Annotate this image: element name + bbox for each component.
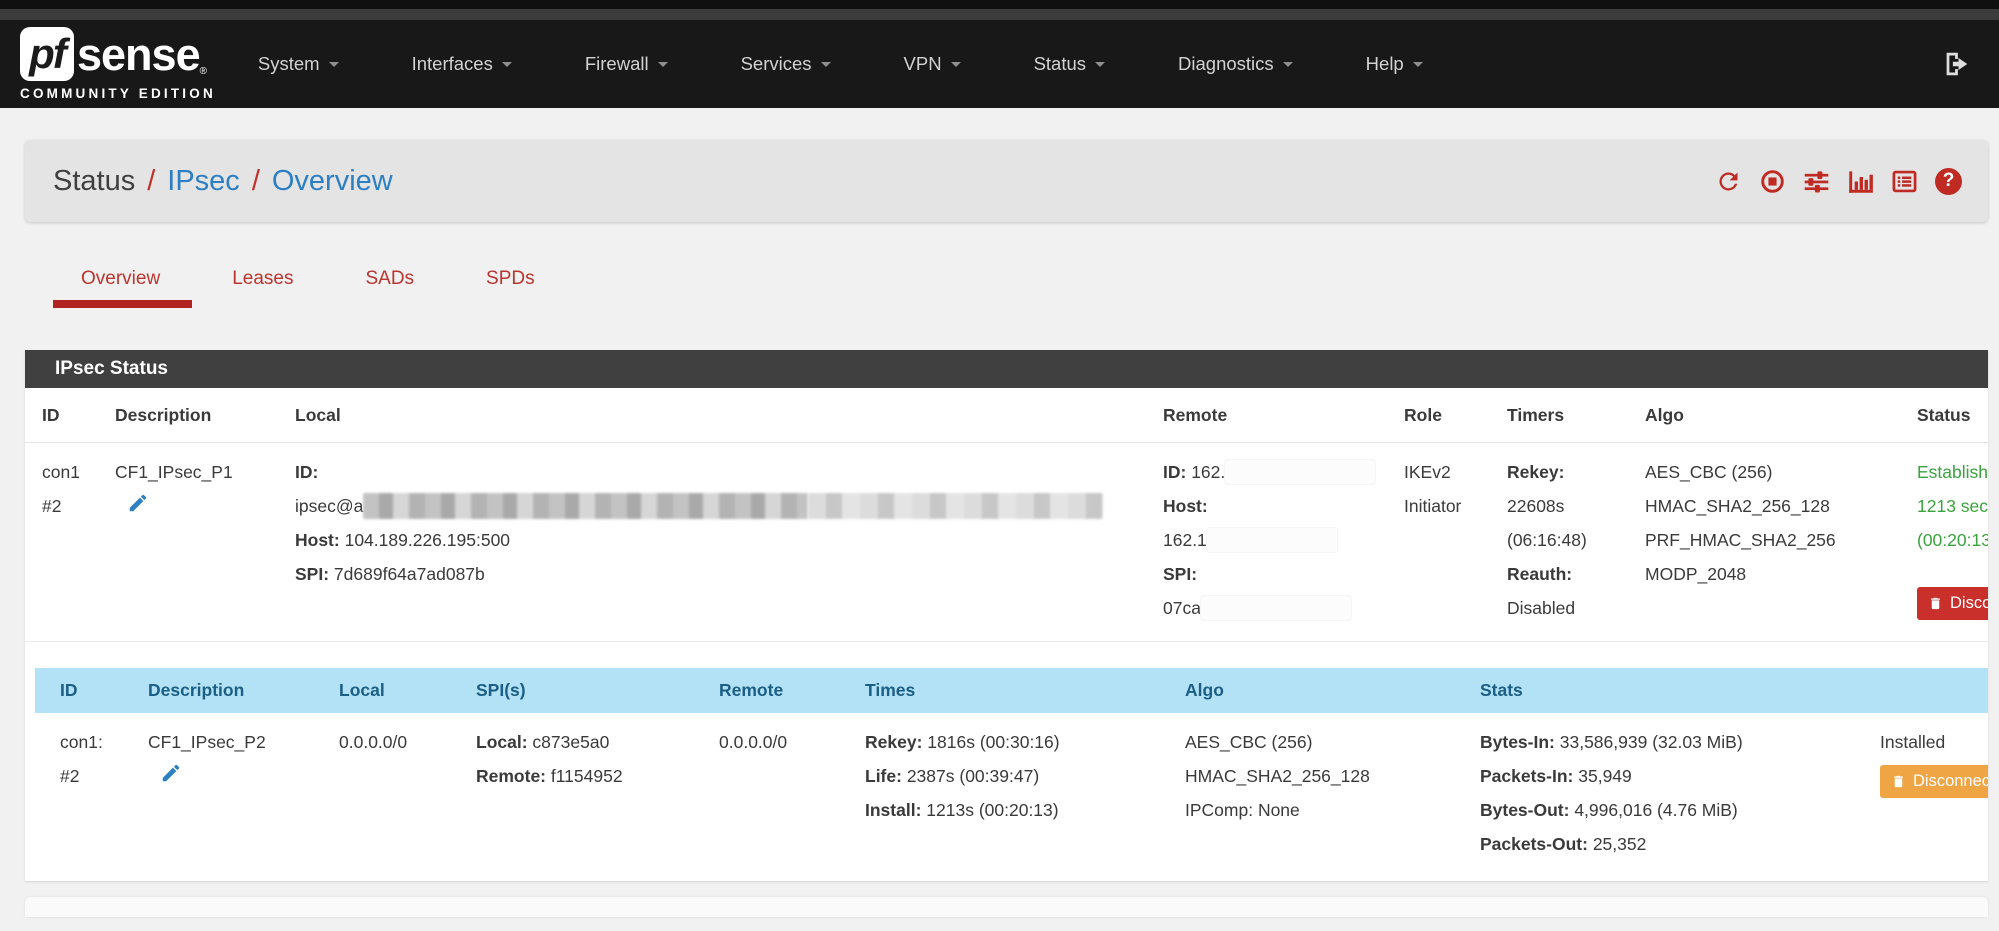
col-header-blank bbox=[1855, 668, 1988, 713]
ike-remote-cell: ID: 162. Host: 162.1 SPI: 07ca bbox=[1146, 443, 1387, 641]
caret-down-icon bbox=[658, 62, 668, 67]
col-header-local: Local bbox=[314, 668, 451, 713]
ike-role-cell: IKEv2 Initiator bbox=[1387, 443, 1490, 641]
nav-item-diagnostics[interactable]: Diagnostics bbox=[1178, 53, 1293, 75]
trash-icon bbox=[1928, 596, 1943, 611]
col-header-description: Description bbox=[98, 388, 278, 442]
pfsense-logo[interactable]: pf sense ® COMMUNITY EDITION bbox=[20, 27, 216, 101]
redacted-value bbox=[1207, 528, 1337, 552]
child-id-cell: con1: #2 bbox=[35, 713, 123, 881]
redacted-value bbox=[363, 493, 808, 519]
redacted-value bbox=[808, 493, 1103, 519]
nav-item-firewall[interactable]: Firewall bbox=[585, 53, 668, 75]
child-remote-cell: 0.0.0.0/0 bbox=[694, 713, 840, 881]
top-strip bbox=[0, 0, 1999, 9]
breadcrumb-link-overview[interactable]: Overview bbox=[272, 165, 393, 198]
child-stats-cell: Bytes-In: 33,586,939 (32.03 MiB) Packets… bbox=[1455, 713, 1855, 881]
navbar: pf sense ® COMMUNITY EDITION System Inte… bbox=[0, 20, 1999, 108]
breadcrumb-link-ipsec[interactable]: IPsec bbox=[167, 165, 240, 198]
child-local-cell: 0.0.0.0/0 bbox=[314, 713, 451, 881]
panel-title: IPsec Status bbox=[25, 350, 1988, 388]
col-header-id: ID bbox=[25, 388, 98, 442]
child-spi-cell: Local: c873e5a0 Remote: f1154952 bbox=[451, 713, 694, 881]
caret-down-icon bbox=[1283, 62, 1293, 67]
ike-algo-cell: AES_CBC (256) HMAC_SHA2_256_128 PRF_HMAC… bbox=[1628, 443, 1900, 641]
col-header-times: Times bbox=[840, 668, 1160, 713]
stop-icon[interactable] bbox=[1759, 168, 1786, 195]
disconnect-button[interactable]: Disconnect bbox=[1880, 765, 1988, 798]
breadcrumb-separator: / bbox=[135, 165, 167, 198]
caret-down-icon bbox=[951, 62, 961, 67]
edit-icon[interactable] bbox=[127, 491, 278, 525]
sign-out-icon[interactable] bbox=[1941, 49, 1971, 79]
child-times-cell: Rekey: 1816s (00:30:16) Life: 2387s (00:… bbox=[840, 713, 1160, 881]
col-header-role: Role bbox=[1387, 388, 1490, 442]
status-badge: Installed bbox=[1880, 725, 1988, 759]
child-sa-table: ID Description Local SPI(s) Remote Times… bbox=[35, 642, 1988, 881]
ike-table-header: ID Description Local Remote Role Timers … bbox=[25, 388, 1988, 443]
tab-bar: Overview Leases SADs SPDs bbox=[25, 268, 1988, 308]
nav-item-help[interactable]: Help bbox=[1366, 53, 1423, 75]
tab-sads[interactable]: SADs bbox=[365, 268, 414, 308]
col-header-id: ID bbox=[35, 668, 123, 713]
sliders-icon[interactable] bbox=[1803, 168, 1830, 195]
ike-description-cell: CF1_IPsec_P1 bbox=[98, 443, 278, 641]
brand-edition: COMMUNITY EDITION bbox=[20, 86, 216, 101]
brand-name: sense bbox=[77, 32, 200, 77]
redacted-value bbox=[1201, 596, 1351, 620]
ike-table-row: con1 #2 CF1_IPsec_P1 ID: ipsec@a Host: 1… bbox=[25, 443, 1988, 642]
tab-leases[interactable]: Leases bbox=[232, 268, 293, 308]
col-header-local: Local bbox=[278, 388, 1146, 442]
col-header-stats: Stats bbox=[1455, 668, 1855, 713]
child-description-cell: CF1_IPsec_P2 bbox=[123, 713, 314, 881]
col-header-algo: Algo bbox=[1628, 388, 1900, 442]
tab-spds[interactable]: SPDs bbox=[486, 268, 535, 308]
redacted-value bbox=[1225, 460, 1375, 484]
ipsec-status-panel: IPsec Status ID Description Local Remote… bbox=[25, 350, 1988, 881]
breadcrumb-bar: Status / IPsec / Overview ? bbox=[25, 140, 1988, 222]
col-header-spis: SPI(s) bbox=[451, 668, 694, 713]
nav-item-system[interactable]: System bbox=[258, 53, 339, 75]
breadcrumb-section: Status bbox=[53, 165, 135, 198]
log-list-icon[interactable] bbox=[1891, 168, 1918, 195]
caret-down-icon bbox=[1095, 62, 1105, 67]
caret-down-icon bbox=[821, 62, 831, 67]
ike-local-cell: ID: ipsec@a Host: 104.189.226.195:500 SP… bbox=[278, 443, 1146, 641]
nav-item-status[interactable]: Status bbox=[1034, 53, 1105, 75]
registered-mark: ® bbox=[200, 66, 207, 77]
edit-icon[interactable] bbox=[160, 761, 314, 795]
nav-menu: System Interfaces Firewall Services VPN … bbox=[258, 53, 1496, 75]
bar-chart-icon[interactable] bbox=[1847, 168, 1874, 195]
nav-item-interfaces[interactable]: Interfaces bbox=[412, 53, 512, 75]
refresh-icon[interactable] bbox=[1715, 168, 1742, 195]
child-status-cell: Installed Disconnect bbox=[1855, 713, 1988, 881]
ike-status-cell: Established 1213 seconds (00:20:13) Disc… bbox=[1900, 443, 1988, 641]
nav-item-services[interactable]: Services bbox=[741, 53, 831, 75]
col-header-remote: Remote bbox=[1146, 388, 1387, 442]
next-panel-edge bbox=[25, 897, 1988, 917]
col-header-timers: Timers bbox=[1490, 388, 1628, 442]
breadcrumb-separator: / bbox=[240, 165, 272, 198]
ike-id-cell: con1 #2 bbox=[25, 443, 98, 641]
caret-down-icon bbox=[329, 62, 339, 67]
child-table-header: ID Description Local SPI(s) Remote Times… bbox=[35, 668, 1988, 713]
caret-down-icon bbox=[1413, 62, 1423, 67]
page-toolbar: ? bbox=[1715, 168, 1962, 195]
col-header-remote: Remote bbox=[694, 668, 840, 713]
col-header-algo: Algo bbox=[1160, 668, 1455, 713]
caret-down-icon bbox=[502, 62, 512, 67]
col-header-status: Status bbox=[1900, 388, 1988, 442]
tab-overview[interactable]: Overview bbox=[81, 268, 160, 308]
ike-timers-cell: Rekey: 22608s (06:16:48) Reauth: Disable… bbox=[1490, 443, 1628, 641]
child-table-row: con1: #2 CF1_IPsec_P2 0.0.0.0/0 Local: c… bbox=[35, 713, 1988, 881]
col-header-description: Description bbox=[123, 668, 314, 713]
nav-item-vpn[interactable]: VPN bbox=[904, 53, 961, 75]
pf-logo-box: pf bbox=[20, 27, 74, 81]
trash-icon bbox=[1891, 774, 1906, 789]
help-icon[interactable]: ? bbox=[1935, 168, 1962, 195]
breadcrumb: Status / IPsec / Overview bbox=[53, 165, 393, 198]
disconnect-button[interactable]: Disconnect bbox=[1917, 587, 1988, 620]
child-algo-cell: AES_CBC (256) HMAC_SHA2_256_128 IPComp: … bbox=[1160, 713, 1455, 881]
top-strip-secondary bbox=[0, 9, 1999, 20]
